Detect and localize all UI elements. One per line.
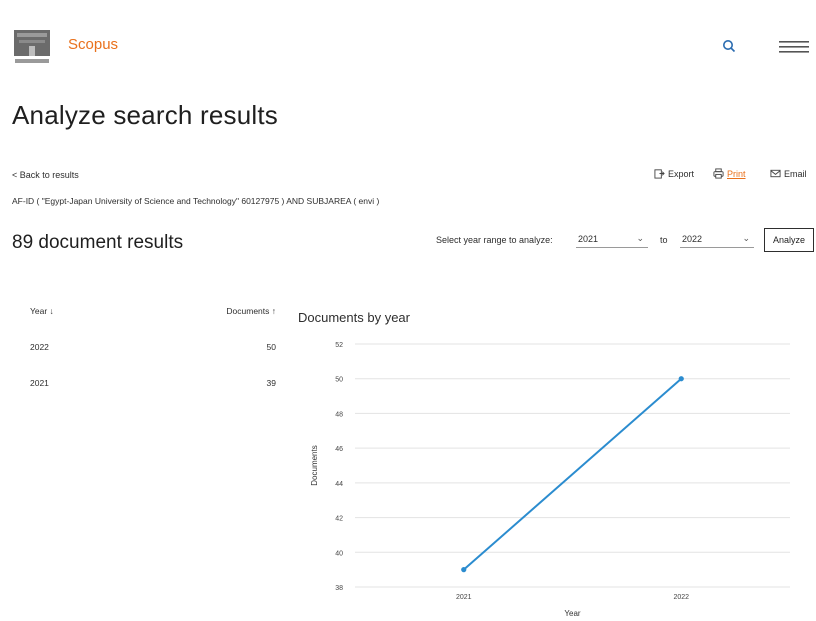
data-point — [461, 567, 467, 573]
export-button[interactable]: Export — [654, 168, 694, 179]
y-tick-label: 40 — [335, 550, 343, 557]
export-icon — [654, 169, 665, 179]
y-tick-label: 50 — [335, 377, 343, 384]
documents-column-header[interactable]: Documents ↑ — [203, 306, 276, 316]
print-button[interactable]: Print — [713, 168, 746, 179]
x-tick-label: 2022 — [673, 594, 689, 601]
back-to-results-link[interactable]: < Back to results — [12, 170, 79, 180]
y-tick-label: 48 — [335, 411, 343, 418]
table-row-year: 2021 — [30, 378, 49, 388]
documents-by-year-chart: 38 40 42 44 46 48 50 52 2021 2022 Year Documents — [310, 342, 790, 618]
email-button[interactable]: Email — [770, 168, 807, 179]
table-row-year: 2022 — [30, 342, 49, 352]
x-axis-label: Year — [564, 609, 581, 618]
page-title: Analyze search results — [12, 100, 278, 130]
results-count: 89 document results — [12, 232, 184, 253]
search-query: AF-ID ( "Egypt-Japan University of Scien… — [12, 196, 380, 206]
year-to-select[interactable]: 2022 ⌄ — [680, 232, 754, 248]
chevron-down-icon: ⌄ — [742, 233, 750, 243]
brand-name[interactable]: Scopus — [68, 36, 118, 53]
x-tick-label: 2021 — [456, 594, 472, 601]
y-tick-label: 38 — [335, 585, 343, 592]
y-tick-label: 52 — [335, 342, 343, 349]
year-column-header[interactable]: Year ↓ — [30, 306, 54, 316]
y-axis-label: Documents — [310, 445, 319, 485]
year-range-label: Select year range to analyze: — [436, 235, 553, 245]
year-from-select[interactable]: 2021 ⌄ — [576, 232, 648, 248]
email-label: Email — [784, 168, 807, 179]
data-point — [678, 376, 684, 382]
elsevier-logo-icon[interactable] — [12, 28, 52, 66]
year-to-label: to — [660, 235, 668, 245]
printer-icon — [713, 168, 724, 179]
chart-title: Documents by year — [298, 310, 410, 325]
series-line — [463, 377, 682, 571]
envelope-icon — [770, 169, 781, 178]
y-tick-label: 44 — [335, 481, 343, 488]
year-to-value: 2022 — [682, 233, 703, 244]
y-tick-label: 46 — [335, 446, 343, 453]
table-row-documents: 39 — [266, 378, 276, 388]
year-from-value: 2021 — [578, 233, 599, 244]
print-label: Print — [727, 168, 746, 179]
analyze-button[interactable]: Analyze — [764, 228, 814, 252]
hamburger-menu-icon[interactable] — [779, 40, 809, 54]
chevron-down-icon: ⌄ — [636, 233, 644, 243]
table-row-documents: 50 — [266, 342, 276, 352]
y-tick-label: 42 — [335, 516, 343, 523]
export-label: Export — [668, 168, 695, 179]
search-icon[interactable] — [721, 38, 737, 54]
